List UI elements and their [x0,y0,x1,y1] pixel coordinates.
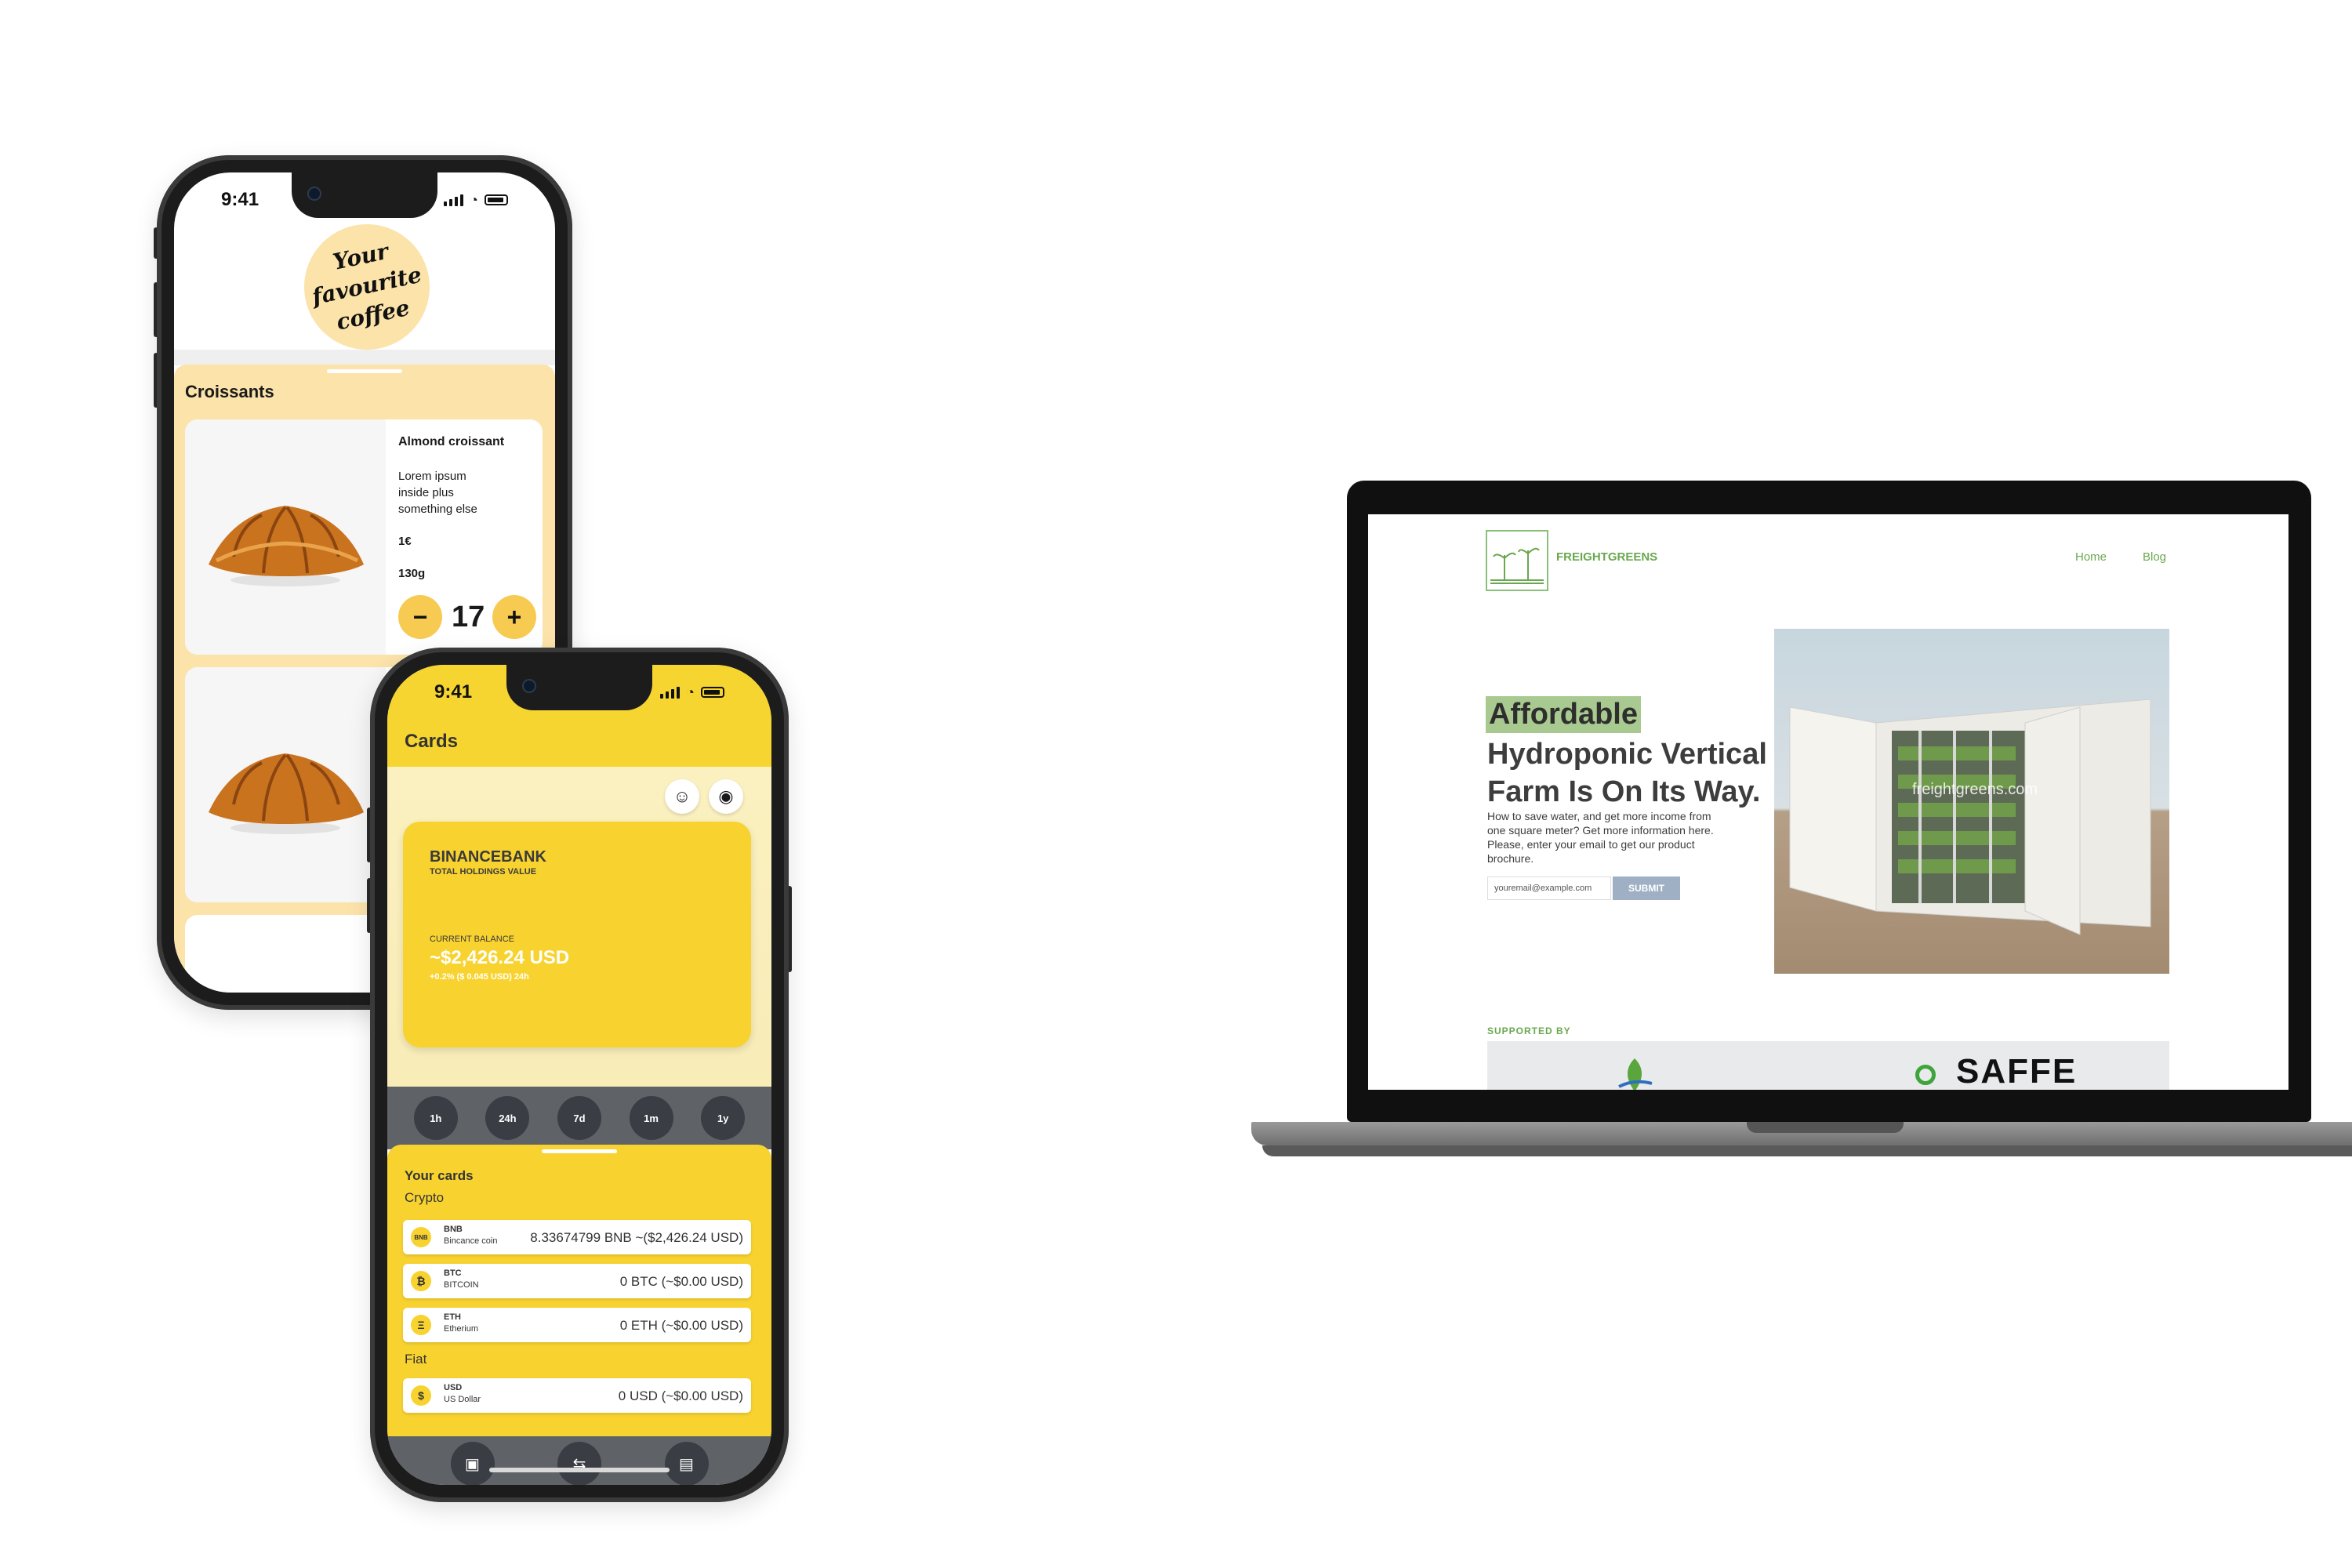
brand-name[interactable]: FREIGHTGREENS [1556,550,1657,564]
time-range-selector: 1h 24h 7d 1m 1y [387,1087,771,1149]
product-weight: 130g [398,567,426,580]
your-cards-title: Your cards [405,1168,474,1183]
coffee-logo: Your favourite coffee [304,224,430,350]
sponsor-saffe: SAFFE [1956,1052,2078,1090]
sprout-icon [1490,547,1544,584]
nav-contacts-button[interactable]: ▤ [664,1442,709,1485]
nav-blog-link[interactable]: Blog [2143,550,2166,564]
leaf-logo-icon [1614,1055,1655,1090]
coin-row-eth[interactable]: Ξ ETH Etherium 0 ETH (~$0.00 USD) [403,1308,751,1342]
fiat-group-label: Fiat [405,1352,427,1367]
page-title: Cards [405,731,459,752]
product-name: Almond croissant [398,435,505,448]
battery-icon [485,194,508,205]
btc-icon: ₿ [411,1271,431,1291]
coin-row-usd[interactable]: $ USD US Dollar 0 USD (~$0.00 USD) [403,1378,751,1413]
product-description: Lorem ipsum inside plus something else [398,470,477,516]
balance-value: ~$2,426.24 USD [430,947,570,968]
coin-row-bnb[interactable]: BNB BNB Bincance coin 8.33674799 BNB ~($… [403,1220,751,1254]
range-7d-button[interactable]: 7d [557,1096,601,1140]
nav-wallet-button[interactable]: ▣ [450,1442,495,1485]
headline: Hydroponic Vertical Farm Is On Its Way. [1487,738,1767,808]
coin-symbol: BNB [444,1225,463,1234]
header-divider [174,350,555,365]
coin-symbol: USD [444,1383,463,1392]
home-indicator[interactable] [489,1468,670,1472]
croissant-image [185,667,386,902]
coin-row-btc[interactable]: ₿ BTC BITCOIN 0 BTC (~$0.00 USD) [403,1264,751,1298]
cards-sheet: Your cards Crypto BNB BNB Bincance coin … [387,1145,771,1436]
contacts-icon: ▤ [679,1455,694,1473]
product-price: 1€ [398,535,412,548]
bottom-nav: ▣ ⇆ ▤ [387,1436,771,1485]
sheet-grabber[interactable] [327,369,402,373]
wallet-icon: ▣ [465,1455,480,1473]
sheet-grabber[interactable] [542,1149,617,1153]
signal-icon [660,686,681,699]
bank-name: BINANCEBANK [430,848,546,866]
crypto-group-label: Crypto [405,1190,445,1205]
product-card[interactable]: Almond croissant Lorem ipsum inside plus… [185,419,543,655]
increment-button[interactable]: + [492,595,536,639]
hero-description: How to save water, and get more income f… [1487,810,1714,865]
signal-icon [444,194,464,206]
phone-notch [292,172,437,218]
section-title: Croissants [185,382,274,401]
range-1m-button[interactable]: 1m [629,1096,673,1140]
eth-icon: Ξ [411,1315,431,1335]
quantity-stepper: − 17 + [398,595,536,639]
freightgreens-logo[interactable] [1486,530,1548,591]
sponsor-strip: SAFFE [1487,1041,2169,1090]
laptop-hinge-notch [1747,1122,1904,1133]
visibility-toggle[interactable]: ◉ [709,779,743,814]
wifi-icon: ◔ [686,684,695,700]
crypto-phone-frame: 9:41 ◔ Cards ☺ ◉ BINANCEBANK TOTAL HOLDI… [370,648,789,1502]
avatar-icon: ☺ [673,786,691,806]
eye-icon: ◉ [718,786,734,806]
email-input[interactable]: youremail@example.com [1487,877,1611,900]
balance-card[interactable]: BINANCEBANK TOTAL HOLDINGS VALUE CURRENT… [403,822,751,1047]
supported-by-label: SUPPORTED BY [1487,1025,1571,1036]
coin-name: US Dollar [444,1395,481,1404]
bnb-icon: BNB [411,1227,431,1247]
wifi-icon: ◔ [470,191,478,208]
status-time: 9:41 [434,681,473,702]
balance-change: +0.2% ($ 0.045 USD) 24h [430,972,529,982]
dollar-icon: $ [411,1385,431,1406]
nav-transfer-button[interactable]: ⇆ [557,1442,601,1485]
coin-symbol: BTC [444,1269,462,1278]
front-camera [307,187,321,201]
coin-symbol: ETH [444,1312,461,1322]
avatar-button[interactable]: ☺ [665,779,699,814]
coin-value: 0 ETH (~$0.00 USD) [619,1318,743,1333]
container-farm-image: freightgreens.com [1774,629,2169,974]
coin-value: 8.33674799 BNB ~($2,426.24 USD) [530,1230,743,1245]
balance-label: CURRENT BALANCE [430,935,514,944]
crypto-app-screen: 9:41 ◔ Cards ☺ ◉ BINANCEBANK TOTAL HOLDI… [387,665,771,1485]
coin-name: Bincance coin [444,1236,498,1246]
range-24h-button[interactable]: 24h [485,1096,530,1140]
range-1h-button[interactable]: 1h [413,1096,458,1140]
submit-button[interactable]: SUBMIT [1613,877,1680,900]
range-1y-button[interactable]: 1y [701,1096,746,1140]
status-time: 9:41 [221,189,260,210]
coin-name: BITCOIN [444,1280,479,1290]
phone-notch [506,665,652,710]
saffe-logo-icon [1915,1065,1936,1085]
front-camera [522,679,536,693]
nav-home-link[interactable]: Home [2075,550,2107,564]
decrement-button[interactable]: − [398,595,442,639]
coin-value: 0 BTC (~$0.00 USD) [619,1274,743,1289]
battery-icon [701,687,724,698]
bank-subtitle: TOTAL HOLDINGS VALUE [430,867,537,877]
quantity-value: 17 [452,600,485,633]
coin-value: 0 USD (~$0.00 USD) [618,1388,743,1403]
website-screen: FREIGHTGREENS Home Blog Affordable Hydro… [1368,514,2288,1090]
laptop-base-bottom [1262,1145,2352,1156]
image-watermark: freightgreens.com [1912,781,2038,798]
headline-highlight: Affordable [1486,696,1641,733]
croissant-image [185,419,386,655]
coin-name: Etherium [444,1324,479,1334]
